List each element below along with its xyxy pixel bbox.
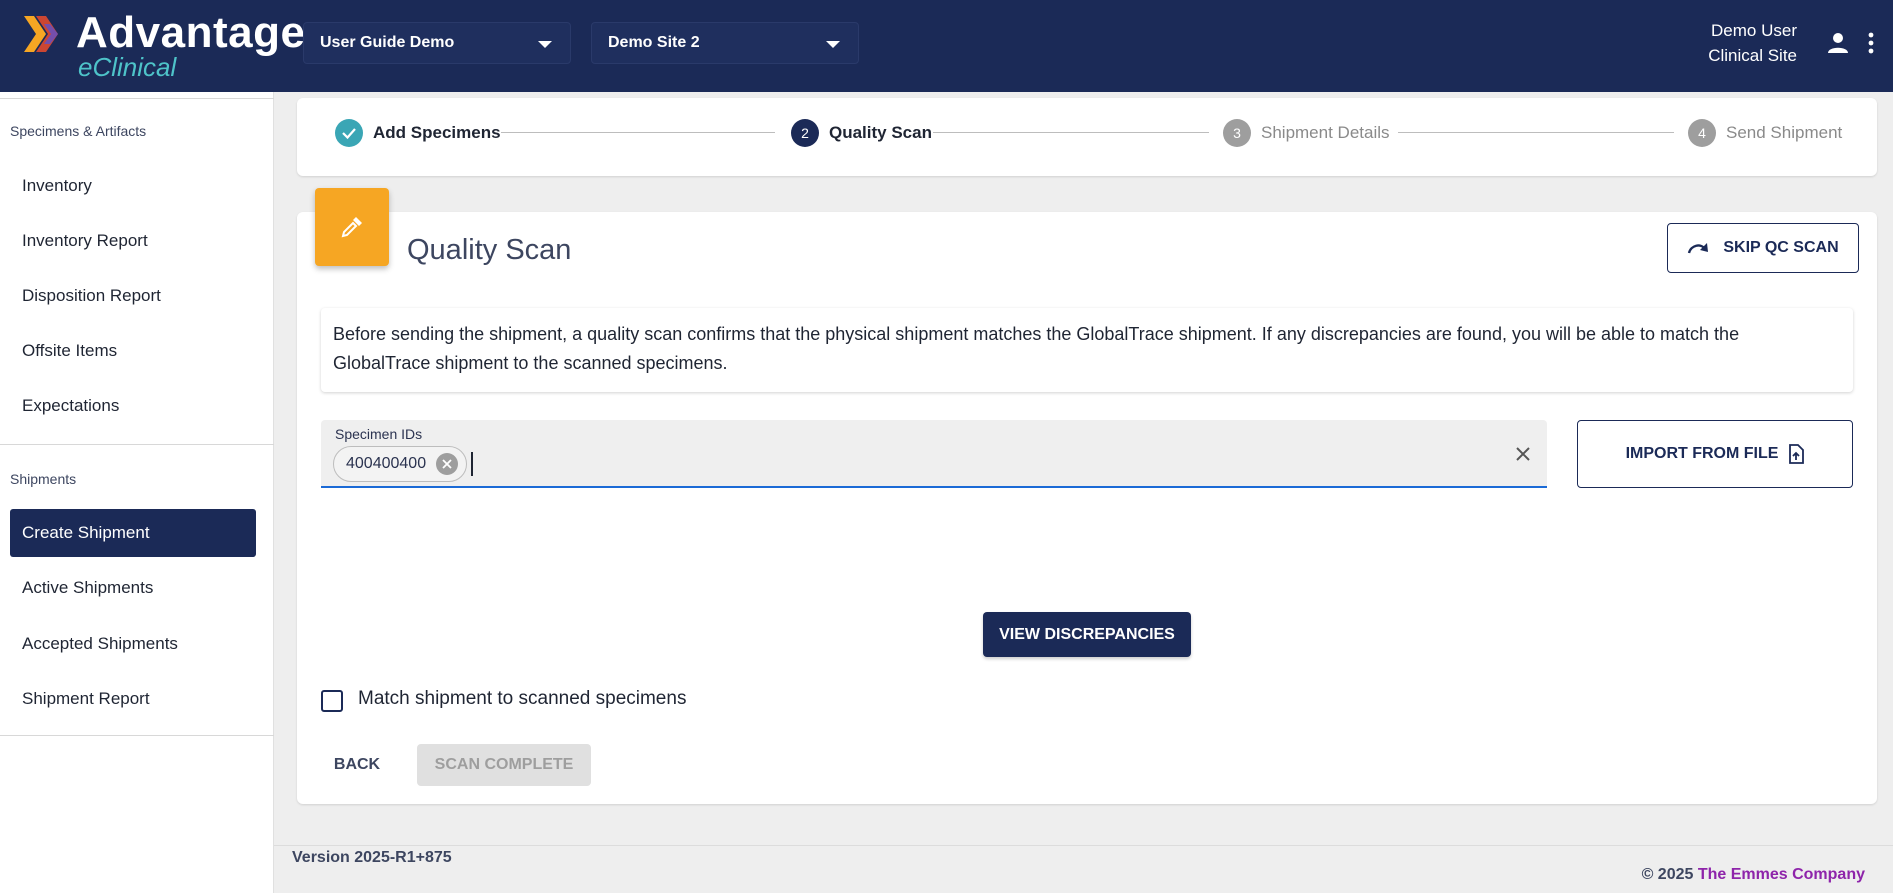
info-message: Before sending the shipment, a quality s…	[321, 308, 1853, 392]
sidebar-divider	[0, 735, 274, 736]
specimen-chip[interactable]: 400400400	[333, 446, 468, 482]
pipette-icon	[315, 188, 389, 266]
step-send-shipment[interactable]: 4 Send Shipment	[1688, 118, 1842, 148]
site-selector-value: Demo Site 2	[608, 34, 700, 51]
company-link[interactable]: The Emmes Company	[1698, 866, 1865, 883]
step-number: 4	[1688, 119, 1716, 147]
quality-scan-card: Quality Scan SKIP QC SCAN Before sending…	[297, 188, 1877, 804]
file-upload-icon	[1789, 444, 1805, 464]
dropdown-caret-icon	[538, 41, 552, 48]
skip-qc-scan-label: SKIP QC SCAN	[1723, 239, 1839, 256]
sidebar-item-disposition-report[interactable]: Disposition Report	[10, 272, 256, 320]
logo-subtitle: eClinical	[78, 52, 177, 82]
sidebar-item-shipment-report[interactable]: Shipment Report	[10, 675, 256, 723]
copyright-prefix: © 2025	[1641, 866, 1698, 883]
step-connector	[501, 132, 775, 133]
version-text: Version 2025-R1+875	[292, 849, 452, 866]
specimen-ids-input[interactable]: Specimen IDs 400400400	[321, 420, 1547, 488]
copyright: © 2025 The Emmes Company	[1642, 866, 1865, 884]
step-number: 3	[1223, 119, 1251, 147]
sidebar-nav: Specimens & Artifacts Inventory Inventor…	[0, 92, 274, 893]
step-connector	[1398, 132, 1674, 133]
step-add-specimens[interactable]: Add Specimens	[335, 118, 501, 148]
sidebar-section-specimens: Specimens & Artifacts	[10, 123, 147, 139]
specimen-chip-label: 400400400	[346, 455, 427, 472]
logo-chevron-icon	[24, 16, 58, 52]
sidebar-item-offsite-items[interactable]: Offsite Items	[10, 327, 256, 375]
import-from-file-button[interactable]: IMPORT FROM FILE	[1577, 420, 1853, 488]
chip-remove-icon[interactable]	[436, 453, 459, 475]
specimen-ids-label: Specimen IDs	[335, 426, 423, 442]
step-label: Send Shipment	[1726, 123, 1843, 142]
dropdown-caret-icon	[826, 41, 840, 48]
import-from-file-label: IMPORT FROM FILE	[1625, 445, 1779, 462]
user-info: Demo User Clinical Site	[1708, 18, 1797, 68]
app-logo[interactable]: Advantage eClinical	[24, 8, 305, 84]
top-app-bar: Advantage eClinical User Guide Demo Demo…	[0, 0, 1893, 92]
sidebar-section-shipments: Shipments	[10, 471, 77, 487]
match-shipment-checkbox[interactable]	[321, 690, 343, 712]
user-role: Clinical Site	[1708, 46, 1797, 65]
step-label: Add Specimens	[373, 123, 501, 142]
check-icon	[335, 119, 363, 147]
skip-qc-scan-button[interactable]: SKIP QC SCAN	[1667, 223, 1859, 273]
step-quality-scan[interactable]: 2 Quality Scan	[791, 118, 932, 148]
kebab-menu-icon[interactable]	[1866, 32, 1876, 54]
scan-complete-button[interactable]: SCAN COMPLETE	[417, 744, 591, 786]
footer-divider	[274, 845, 1893, 846]
step-shipment-details[interactable]: 3 Shipment Details	[1223, 118, 1390, 148]
step-connector	[933, 132, 1209, 133]
site-selector[interactable]: Demo Site 2	[591, 22, 859, 64]
study-selector-value: User Guide Demo	[320, 34, 455, 51]
step-label: Quality Scan	[829, 123, 932, 142]
sidebar-item-accepted-shipments[interactable]: Accepted Shipments	[10, 620, 256, 668]
study-selector[interactable]: User Guide Demo	[303, 22, 571, 64]
text-cursor	[471, 452, 473, 476]
sidebar-item-inventory[interactable]: Inventory	[10, 162, 256, 210]
shipment-stepper: Add Specimens 2 Quality Scan 3 Shipment …	[297, 98, 1877, 176]
page-title: Quality Scan	[407, 234, 572, 266]
step-label: Shipment Details	[1261, 123, 1390, 142]
logo-title: Advantage	[76, 8, 306, 57]
sidebar-divider	[0, 444, 274, 445]
clear-icon[interactable]	[1513, 444, 1533, 464]
user-name: Demo User	[1711, 21, 1797, 40]
step-number: 2	[791, 119, 819, 147]
view-discrepancies-button[interactable]: VIEW DISCREPANCIES	[983, 612, 1191, 657]
match-shipment-label[interactable]: Match shipment to scanned specimens	[358, 688, 686, 710]
back-button[interactable]: BACK	[321, 744, 393, 786]
sidebar-item-create-shipment[interactable]: Create Shipment	[10, 509, 256, 557]
sidebar-divider	[0, 98, 274, 99]
sidebar-item-active-shipments[interactable]: Active Shipments	[10, 564, 256, 612]
sidebar-item-expectations[interactable]: Expectations	[10, 382, 256, 430]
user-icon[interactable]	[1827, 32, 1849, 54]
sidebar-item-inventory-report[interactable]: Inventory Report	[10, 217, 256, 265]
redo-icon	[1688, 243, 1709, 254]
